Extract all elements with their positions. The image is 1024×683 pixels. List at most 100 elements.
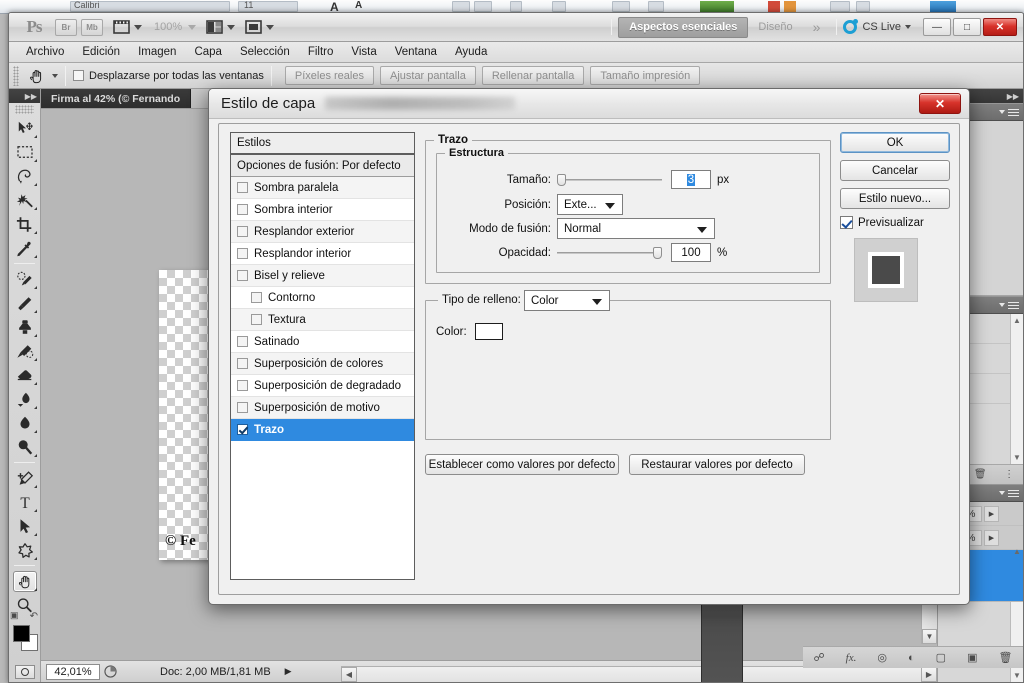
new-layer-icon-strip[interactable]: ▣ xyxy=(967,651,977,664)
mini-bridge-button[interactable]: Mb xyxy=(81,18,103,36)
tool-pen[interactable] xyxy=(9,466,40,490)
tool-eraser[interactable] xyxy=(9,363,40,387)
menu-capa[interactable]: Capa xyxy=(185,42,231,63)
preview-checkbox-row[interactable]: Previsualizar xyxy=(840,216,950,229)
position-dropdown[interactable]: Exte... xyxy=(557,194,623,215)
blending-options-row[interactable]: Opciones de fusión: Por defecto xyxy=(231,155,414,177)
arrange-documents-menu[interactable] xyxy=(206,20,236,34)
style-checkbox-color-overlay[interactable] xyxy=(237,358,248,369)
layers-scroll-up-icon[interactable]: ▲ xyxy=(1013,547,1021,556)
menu-vista[interactable]: Vista xyxy=(342,42,385,63)
toolbox-grip[interactable] xyxy=(15,105,34,114)
canvas-horizontal-scrollbar[interactable]: ◀ ▶ xyxy=(341,666,937,682)
new-group-icon[interactable]: ▢ xyxy=(936,651,946,664)
opacity-slider-knob[interactable] xyxy=(653,246,662,259)
tool-spot-healing-brush[interactable] xyxy=(9,267,40,291)
size-value-field[interactable]: 3 xyxy=(671,170,711,189)
document-tab[interactable]: Firma al 42% (© Fernando xyxy=(41,89,192,108)
ok-button[interactable]: OK xyxy=(840,132,950,153)
status-menu-arrow[interactable]: ▶ xyxy=(285,666,292,677)
styles-list[interactable]: Estilos Opciones de fusión: Por defecto … xyxy=(230,132,415,580)
layer-styles-fx-icon[interactable]: fx. xyxy=(846,652,857,664)
menu-ventana[interactable]: Ventana xyxy=(386,42,446,63)
quick-mask-button[interactable] xyxy=(9,665,40,679)
style-checkbox-stroke[interactable] xyxy=(237,424,248,435)
style-row-outer-glow[interactable]: Resplandor exterior xyxy=(231,221,414,243)
adjustment-layer-icon[interactable]: ◐ xyxy=(908,652,915,664)
tool-rectangular-marquee[interactable] xyxy=(9,140,40,164)
set-default-button[interactable]: Establecer como valores por defecto xyxy=(425,454,619,475)
scroll-left-button[interactable]: ◀ xyxy=(341,667,357,682)
tool-crop[interactable] xyxy=(9,212,40,236)
tool-clone-stamp[interactable] xyxy=(9,315,40,339)
active-tool-hand-icon[interactable] xyxy=(23,65,49,87)
options-bar-grip[interactable] xyxy=(13,65,19,86)
preview-checkbox[interactable] xyxy=(840,216,853,229)
style-row-inner-glow[interactable]: Resplandor interior xyxy=(231,243,414,265)
maximize-button[interactable]: □ xyxy=(953,18,981,36)
status-preview-icon[interactable] xyxy=(100,664,120,680)
tool-magic-wand[interactable] xyxy=(9,188,40,212)
cs-live-menu[interactable]: CS Live xyxy=(843,19,911,34)
size-slider-knob[interactable] xyxy=(557,173,566,186)
tool-path-selection[interactable] xyxy=(9,514,40,538)
bridge-button[interactable]: Br xyxy=(55,18,77,36)
panel-menu-icon-layers[interactable] xyxy=(996,488,1019,499)
more-workspaces-button[interactable]: » xyxy=(803,17,831,38)
fill-screen-button[interactable]: Rellenar pantalla xyxy=(481,66,585,85)
foreground-color-swatch[interactable] xyxy=(13,625,30,642)
scroll-all-windows-checkbox[interactable] xyxy=(73,70,84,81)
workspace-tab-design[interactable]: Diseño xyxy=(748,17,802,38)
style-checkbox-texture[interactable] xyxy=(251,314,262,325)
style-checkbox-contour[interactable] xyxy=(251,292,262,303)
style-checkbox-inner-glow[interactable] xyxy=(237,248,248,259)
tool-lasso[interactable] xyxy=(9,164,40,188)
layer-fill-arrow[interactable]: ▶ xyxy=(984,529,999,546)
zoom-level-field[interactable]: 42,01% xyxy=(46,663,100,680)
blend-mode-dropdown[interactable]: Normal xyxy=(557,218,715,239)
chevron-down-icon-tool-presets[interactable] xyxy=(52,73,58,78)
fill-type-dropdown[interactable]: Color xyxy=(524,290,610,311)
menu-archivo[interactable]: Archivo xyxy=(17,42,73,63)
fit-screen-button[interactable]: Ajustar pantalla xyxy=(379,66,476,85)
tool-dodge[interactable] xyxy=(9,435,40,459)
scroll-up-icon[interactable]: ▲ xyxy=(1013,316,1021,325)
new-style-button[interactable]: Estilo nuevo... xyxy=(840,188,950,209)
opacity-slider[interactable] xyxy=(557,246,662,259)
tool-hand[interactable] xyxy=(9,569,40,593)
style-row-bevel-emboss[interactable]: Bisel y relieve xyxy=(231,265,414,287)
chevron-down-icon-zoom[interactable] xyxy=(188,24,197,30)
view-extras-menu[interactable] xyxy=(113,20,142,34)
style-row-gradient-overlay[interactable]: Superposición de degradado xyxy=(231,375,414,397)
layers-list-empty-area[interactable]: ▲ ▼ xyxy=(938,547,1023,682)
tool-type[interactable]: T xyxy=(9,490,40,514)
style-checkbox-outer-glow[interactable] xyxy=(237,226,248,237)
scroll-right-button[interactable]: ▶ xyxy=(921,667,937,682)
style-row-inner-shadow[interactable]: Sombra interior xyxy=(231,199,414,221)
dialog-close-button[interactable]: ✕ xyxy=(919,93,961,114)
style-row-contour[interactable]: Contorno xyxy=(231,287,414,309)
layers-scrollbar[interactable]: ▲ ▼ xyxy=(1010,547,1023,682)
menu-edicion[interactable]: Edición xyxy=(73,42,129,63)
opacity-value-field[interactable]: 100 xyxy=(671,243,711,262)
menu-filtro[interactable]: Filtro xyxy=(299,42,343,63)
panel-resize-grip[interactable]: ⋮ xyxy=(1004,469,1014,480)
channels-scrollbar[interactable]: ▲ ▼ xyxy=(1010,314,1023,464)
minimize-button[interactable]: — xyxy=(923,18,951,36)
swap-colors-icon[interactable]: ↶ xyxy=(30,611,38,622)
print-size-button[interactable]: Tamaño impresión xyxy=(590,66,701,85)
style-row-pattern-overlay[interactable]: Superposición de motivo xyxy=(231,397,414,419)
screen-mode-menu[interactable] xyxy=(245,20,275,34)
style-checkbox-inner-shadow[interactable] xyxy=(237,204,248,215)
delete-layer-icon-strip[interactable]: 🗑 xyxy=(999,651,1013,664)
style-row-texture[interactable]: Textura xyxy=(231,309,414,331)
scroll-down-button[interactable]: ▼ xyxy=(922,629,937,644)
menu-imagen[interactable]: Imagen xyxy=(129,42,185,63)
delete-channel-icon[interactable]: 🗑 xyxy=(974,469,987,480)
styles-list-empty-space[interactable] xyxy=(231,441,414,579)
tool-brush[interactable] xyxy=(9,291,40,315)
scroll-down-icon[interactable]: ▼ xyxy=(1013,453,1021,462)
tool-gradient[interactable] xyxy=(9,387,40,411)
cancel-button[interactable]: Cancelar xyxy=(840,160,950,181)
workspace-tab-essentials[interactable]: Aspectos esenciales xyxy=(618,16,749,38)
